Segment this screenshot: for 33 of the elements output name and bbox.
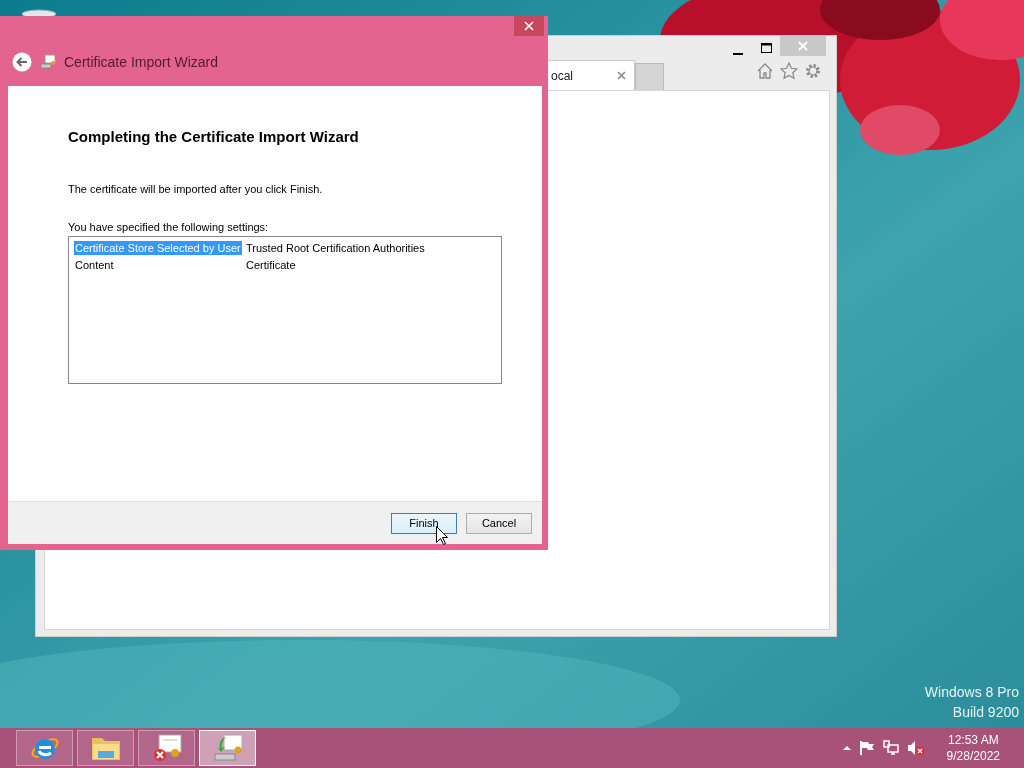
home-icon[interactable] [756,62,774,80]
taskbar-button[interactable] [138,730,195,766]
setting-name[interactable]: Content [75,258,114,271]
message-text: The certificate will be imported after you click Finish. [68,183,324,195]
close-icon [798,41,808,51]
network-icon[interactable] [882,740,899,756]
maximize-icon [760,43,772,53]
show-hidden-icons-icon[interactable] [842,745,851,751]
window-title: Certificate Import Wizard [64,54,219,70]
close-tab-icon[interactable] [617,71,626,80]
settings-label: You have specified the following settings: [68,221,270,233]
taskbar-button[interactable] [199,730,256,766]
back-icon[interactable] [12,52,32,72]
page-heading: Completing the Certificate Import Wizard [68,128,360,145]
settings-icon[interactable] [804,62,822,80]
dialog-button[interactable]: Finish [391,512,457,534]
star-icon[interactable] [780,62,798,80]
setting-value: Trusted Root Certification Authorities [246,241,425,254]
clock[interactable]: 12:53 AM 9/28/2022 [946,733,1000,763]
flag-icon[interactable] [858,740,875,756]
muted-speaker-icon[interactable] [906,740,925,756]
taskbar-button[interactable] [77,730,134,766]
build-text: Build 9200 [952,704,1019,720]
certificate-import-icon [211,733,244,763]
minimize-icon [733,53,743,55]
close-button[interactable] [514,16,544,36]
certificate-icon [40,54,56,70]
edition-text: Windows 8 Pro [924,684,1019,700]
mouse-pointer-icon [436,526,448,545]
setting-value: Certificate [246,258,296,271]
close-icon [524,21,534,31]
taskbar-button[interactable] [16,730,73,766]
dialog-button[interactable]: Cancel [466,512,532,534]
